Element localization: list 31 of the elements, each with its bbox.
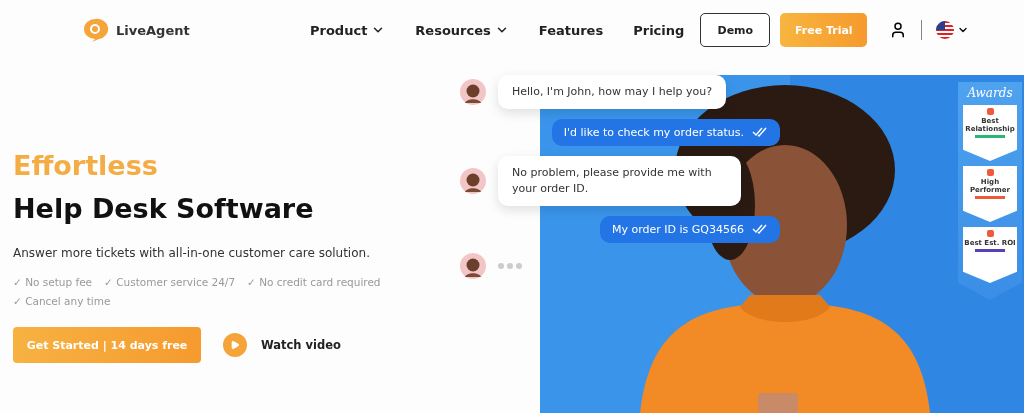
typing-indicator: [498, 262, 522, 269]
headline-accent: Effortless: [13, 150, 159, 181]
badge-logo-icon: [986, 169, 994, 176]
chat-bubble-logo-icon: [82, 18, 110, 42]
nav-link[interactable]: Resources: [415, 22, 509, 38]
logo-text: LiveAgent: [116, 22, 190, 38]
avatar-icon: [460, 167, 486, 194]
subtitle: Answer more tickets with all-in-one customer care solution.: [13, 246, 371, 260]
avatar-icon: [460, 78, 486, 105]
benefit-text: ✓ Customer service 24/7: [104, 276, 236, 288]
double-check-icon: [752, 127, 768, 138]
benefit-text: ✓ No setup fee: [13, 276, 93, 288]
avatar-icon: [460, 252, 486, 279]
agent-message: Hello, I'm John, how may I help you?: [498, 75, 726, 109]
flag-icon[interactable]: [936, 21, 955, 39]
headline: Help Desk Software: [13, 193, 315, 224]
demo-button[interactable]: Demo: [700, 13, 771, 47]
watch-video-link[interactable]: Watch video: [223, 333, 341, 357]
user-message: I'd like to check my order status.: [551, 118, 780, 146]
benefit-text: ✓ Cancel any time: [13, 295, 111, 307]
nav-link[interactable]: Features: [538, 22, 604, 38]
nav-link[interactable]: Product: [310, 22, 386, 38]
badge-logo-icon: [986, 108, 994, 115]
awards-title: Awards: [967, 86, 1013, 100]
user-message: My order ID is GQ34566: [600, 215, 780, 243]
badge-logo-icon: [986, 230, 994, 237]
double-check-icon: [752, 224, 768, 235]
agent-message: No problem, please provide me with your order ID.: [498, 155, 741, 206]
nav-link[interactable]: Pricing: [633, 22, 685, 38]
benefit-text: ✓ No credit card required: [247, 276, 381, 288]
play-icon: [223, 333, 247, 357]
